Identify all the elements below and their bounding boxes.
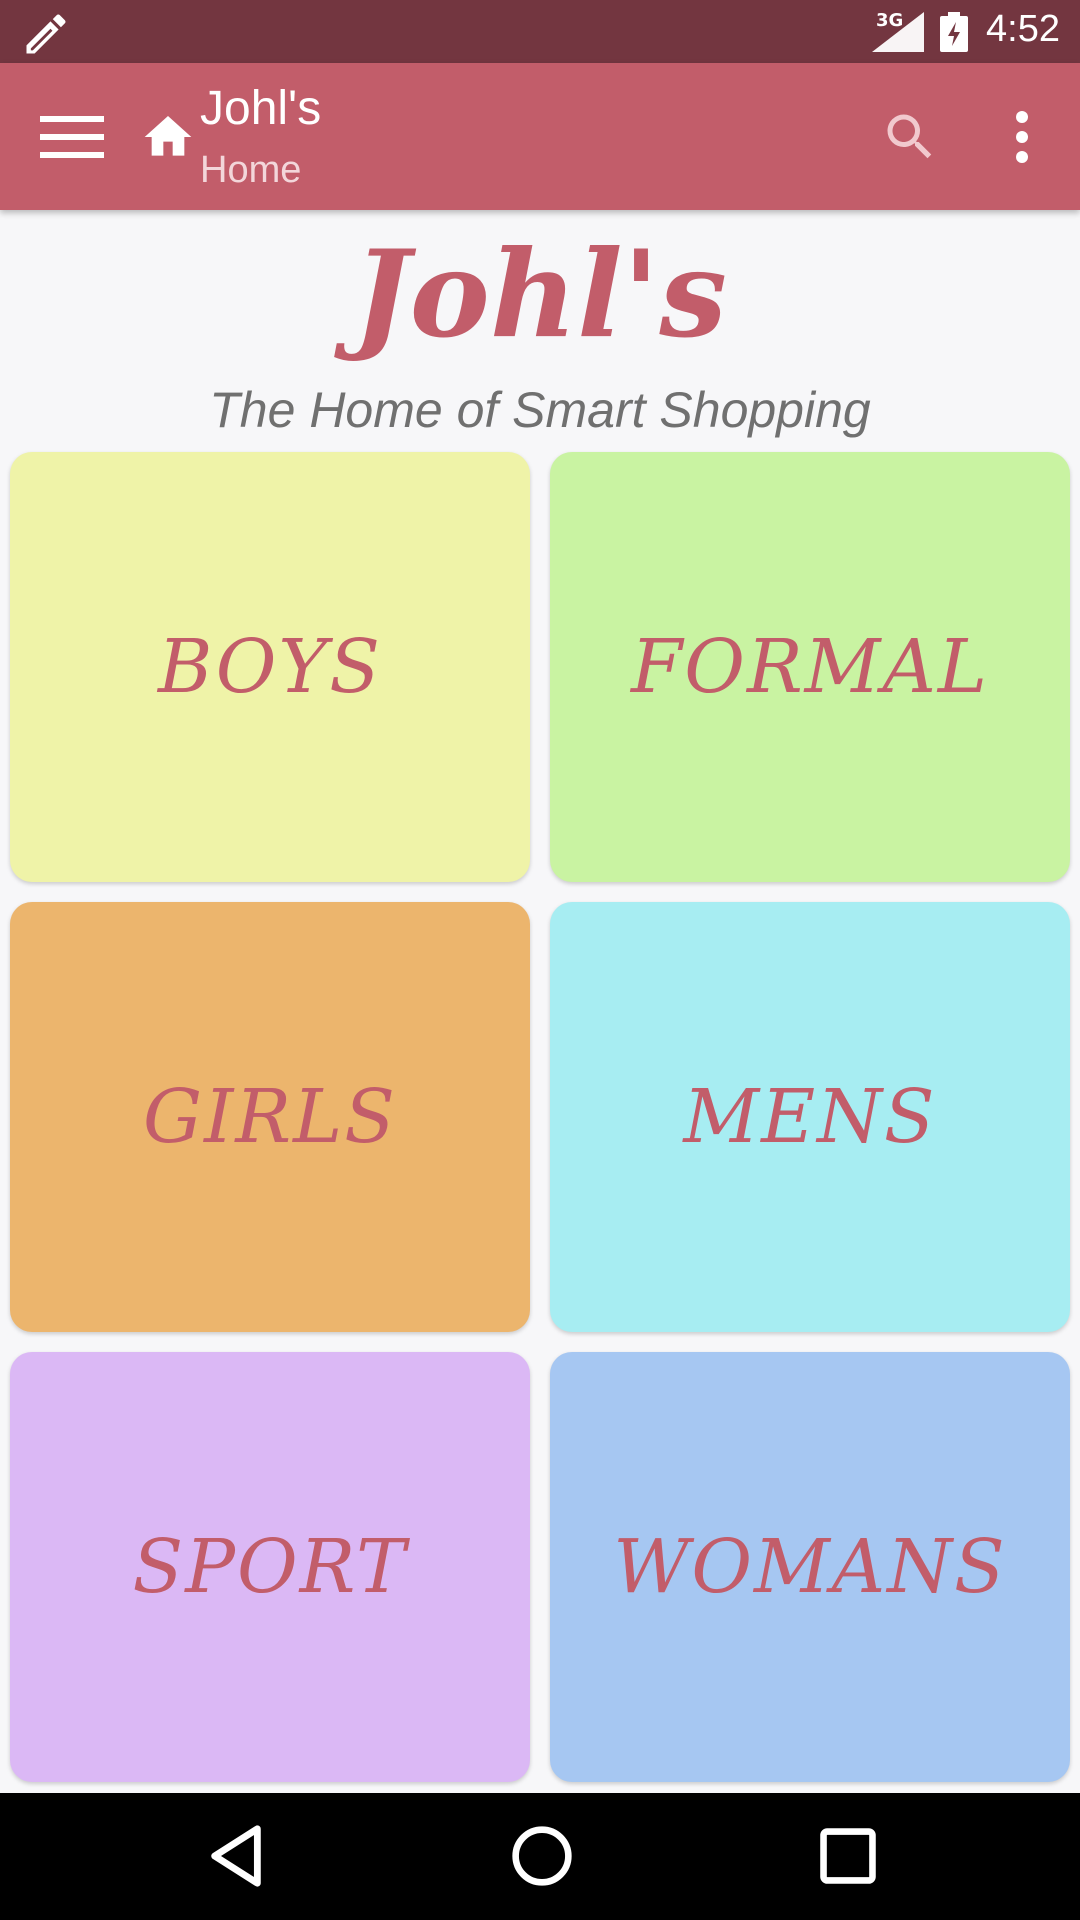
menu-icon[interactable] [40,111,104,161]
category-tile-mens[interactable]: MENS [550,902,1070,1332]
category-label: FORMAL [630,624,990,710]
category-label: GIRLS [143,1074,397,1160]
category-label: WOMANS [613,1524,1007,1610]
category-label: MENS [683,1074,937,1160]
category-tile-formal[interactable]: FORMAL [550,452,1070,882]
brand-logo: Johl's [353,224,727,365]
clock: 4:52 [986,8,1060,50]
category-label: BOYS [158,624,382,710]
app-bar: Johl's Home [0,63,1080,210]
category-label: SPORT [132,1524,408,1610]
category-tile-girls[interactable]: GIRLS [10,902,530,1332]
home-circle-icon[interactable] [510,1823,574,1889]
system-nav-bar [0,1793,1080,1920]
recents-icon[interactable] [816,1823,880,1889]
tagline: The Home of Smart Shopping [209,382,871,438]
app-subtitle: Home [200,149,302,191]
pencil-icon [26,14,66,54]
battery-icon [940,12,968,52]
app-title: Johl's [200,82,322,135]
status-bar: 3G 4:52 [0,0,1080,63]
search-icon[interactable] [880,107,940,167]
category-tile-womans[interactable]: WOMANS [550,1352,1070,1782]
home-icon[interactable] [140,109,196,165]
back-icon[interactable] [206,1823,266,1889]
signal-icon [872,12,924,52]
more-vert-icon[interactable] [1000,107,1044,167]
category-tile-boys[interactable]: BOYS [10,452,530,882]
category-tile-sport[interactable]: SPORT [10,1352,530,1782]
